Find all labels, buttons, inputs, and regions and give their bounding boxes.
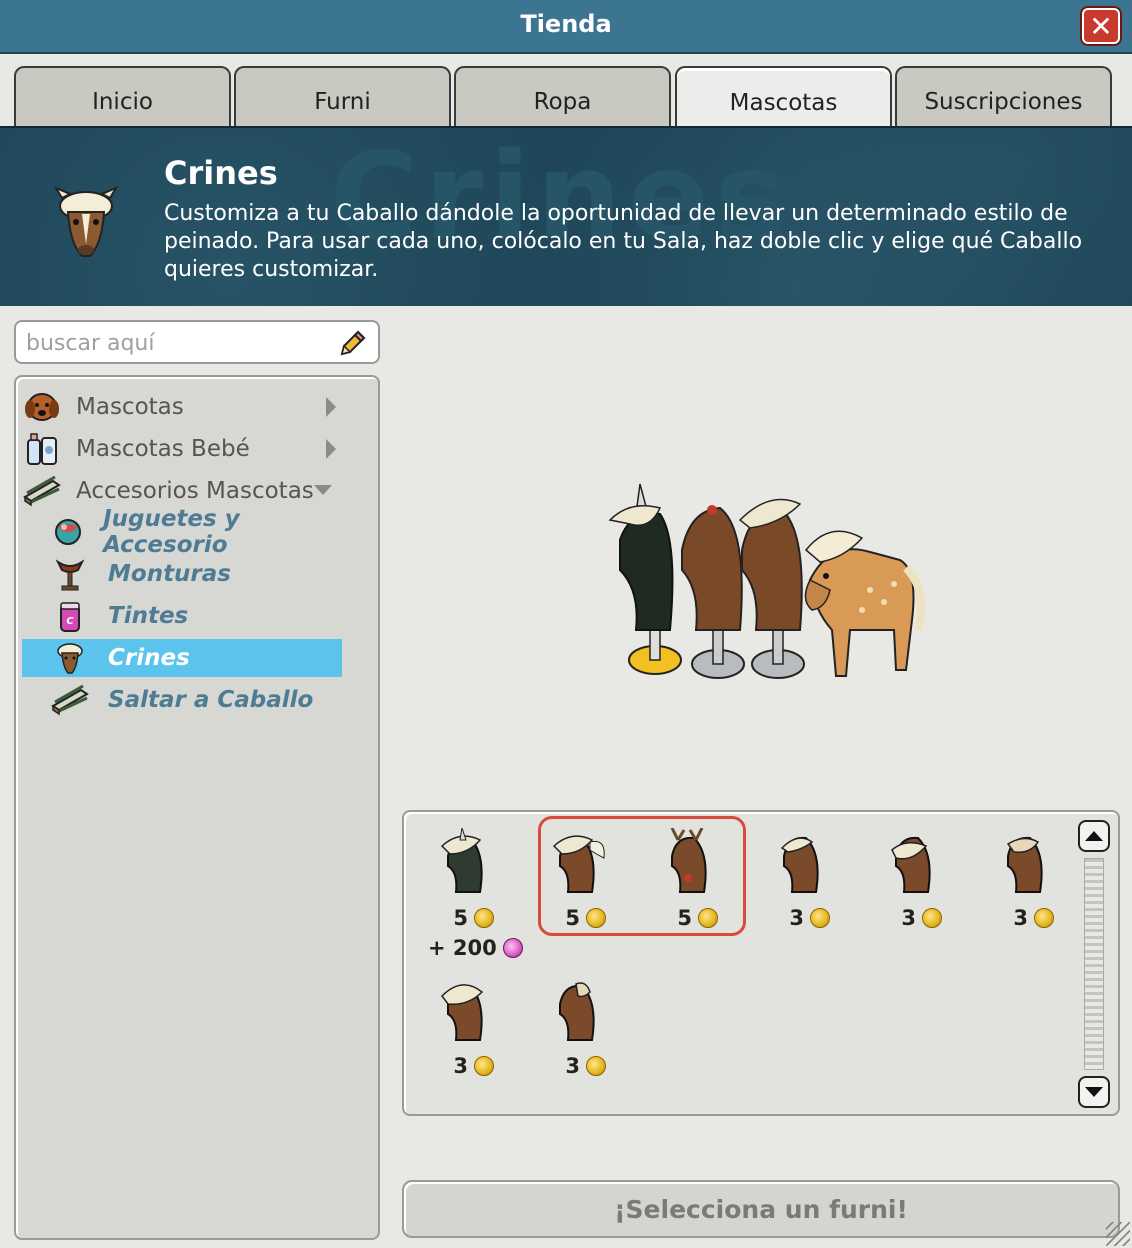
svg-text:C: C: [66, 616, 74, 627]
title-bar: Tienda ✕: [0, 0, 1132, 54]
arrow-down-icon: [1085, 1087, 1103, 1097]
category-sidebar: Mascotas Mascotas Bebé Accesorios Mascot…: [14, 375, 380, 1240]
horse-head-icon: [441, 984, 484, 1041]
category-mascotas[interactable]: Mascotas: [22, 387, 342, 427]
horse-head-icon: [1006, 836, 1043, 893]
subcategory-crines[interactable]: Crines: [22, 639, 342, 677]
select-furni-button[interactable]: ¡Selecciona un furni!: [402, 1180, 1120, 1238]
ball-icon: [48, 514, 87, 550]
product-item[interactable]: 3: [860, 820, 970, 956]
jump-fence-icon: [48, 682, 92, 718]
subcategory-label: Crines: [108, 645, 190, 671]
tab-bar: Inicio Furni Ropa Mascotas Suscripciones: [14, 66, 1114, 130]
credit-coin-icon: [922, 908, 942, 928]
price-value: 5: [453, 906, 468, 930]
credit-coin-icon: [698, 908, 718, 928]
resize-grip-icon[interactable]: [1106, 1222, 1130, 1246]
price-value: 3: [789, 906, 804, 930]
price-value: 5: [677, 906, 692, 930]
credit-coin-icon: [474, 1056, 494, 1076]
category-banner: Crines Crines Customiza a tu Caballo dán…: [0, 126, 1132, 306]
horse-head-icon: [53, 185, 119, 257]
saddle-icon: [48, 556, 92, 592]
horse-head-icon: [440, 828, 483, 893]
subcategory-juguetes[interactable]: Juguetes y Accesorio: [22, 506, 342, 558]
scroll-track[interactable]: [1084, 858, 1104, 1070]
tab-furni[interactable]: Furni: [234, 66, 451, 128]
subcategory-tintes[interactable]: C Tintes: [22, 597, 342, 635]
horse-head-icon: [552, 835, 605, 893]
scroll-down-button[interactable]: [1078, 1076, 1110, 1108]
extra-price: + 200: [428, 936, 497, 960]
subcategory-label: Juguetes y Accesorio: [103, 506, 240, 558]
scroll-up-button[interactable]: [1078, 820, 1110, 852]
tab-inicio[interactable]: Inicio: [14, 66, 231, 128]
arrow-up-icon: [1085, 831, 1103, 841]
chevron-right-icon: [326, 397, 336, 417]
product-preview: [400, 320, 1120, 800]
price-value: 5: [565, 906, 580, 930]
credit-coin-icon: [586, 1056, 606, 1076]
horse-head-icon: [891, 836, 931, 893]
pencil-icon[interactable]: [336, 328, 368, 360]
product-grid: 5 + 200 5 5 3 3 3 3 3: [402, 810, 1120, 1116]
subcategory-label: Saltar a Caballo: [108, 687, 314, 713]
baby-bottle-icon: [22, 431, 62, 467]
product-item[interactable]: 5 + 200: [412, 820, 523, 960]
product-item[interactable]: 3: [972, 820, 1082, 956]
subcategory-label: Monturas: [108, 561, 231, 587]
dye-icon: C: [48, 598, 92, 634]
horse-head-icon: [559, 982, 595, 1041]
category-label: Accesorios Mascotas: [76, 478, 314, 504]
credit-coin-icon: [474, 908, 494, 928]
tab-mascotas[interactable]: Mascotas: [675, 66, 892, 130]
horse-head-icon: [780, 836, 819, 893]
price-value: 3: [901, 906, 916, 930]
search-box: [14, 320, 380, 364]
banner-title: Crines: [164, 154, 278, 192]
fence-icon: [22, 473, 62, 509]
product-item[interactable]: 3: [524, 968, 634, 1104]
category-accesorios-mascotas[interactable]: Accesorios Mascotas: [22, 471, 342, 511]
dog-icon: [22, 389, 62, 425]
crines-preview-image: [608, 483, 926, 679]
product-item[interactable]: 3: [412, 968, 522, 1104]
credit-coin-icon: [586, 908, 606, 928]
horse-head-icon: [48, 640, 92, 676]
price-value: 3: [1013, 906, 1028, 930]
chevron-down-icon: [314, 485, 332, 495]
subcategory-monturas[interactable]: Monturas: [22, 555, 342, 593]
product-item[interactable]: 5: [636, 820, 746, 956]
subcategory-saltar[interactable]: Saltar a Caballo: [22, 681, 342, 719]
credit-coin-icon: [810, 908, 830, 928]
product-item[interactable]: 3: [748, 820, 858, 956]
close-button[interactable]: ✕: [1082, 8, 1120, 44]
tab-ropa[interactable]: Ropa: [454, 66, 671, 128]
horse-head-icon: [670, 828, 707, 893]
close-icon: ✕: [1089, 9, 1113, 43]
category-label: Mascotas Bebé: [76, 436, 250, 462]
chevron-right-icon: [326, 439, 336, 459]
product-item[interactable]: 5: [524, 820, 634, 956]
price-value: 3: [565, 1054, 580, 1078]
search-input[interactable]: [26, 328, 326, 358]
credit-coin-icon: [1034, 908, 1054, 928]
tab-suscripciones[interactable]: Suscripciones: [895, 66, 1112, 128]
subcategory-label: Tintes: [108, 603, 189, 629]
banner-description: Customiza a tu Caballo dándole la oportu…: [164, 201, 1083, 282]
grid-scrollbar[interactable]: [1078, 820, 1110, 1108]
price-value: 3: [453, 1054, 468, 1078]
category-mascotas-bebe[interactable]: Mascotas Bebé: [22, 429, 342, 469]
window-title: Tienda: [520, 10, 612, 38]
category-label: Mascotas: [76, 394, 184, 420]
diamond-icon: [502, 938, 523, 958]
